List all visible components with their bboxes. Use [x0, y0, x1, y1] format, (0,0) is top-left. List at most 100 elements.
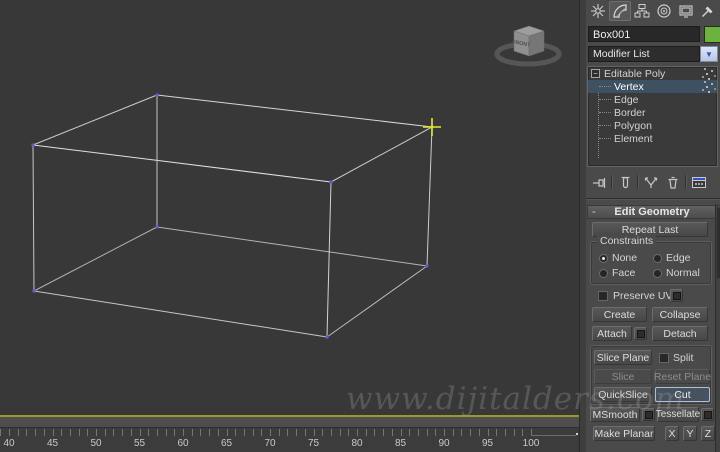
panel-scrollbar[interactable] [715, 204, 720, 452]
remove-modifier-button[interactable] [662, 173, 684, 191]
tree-dash [599, 112, 611, 113]
frame-tick [235, 429, 237, 436]
constraints-group: Constraints None Edge Face Normal [590, 235, 712, 285]
frame-tick [531, 429, 532, 436]
frame-tick [348, 429, 350, 436]
constraint-normal-label[interactable]: Normal [666, 267, 700, 279]
frame-number-label: 100 [522, 438, 540, 449]
object-name-field[interactable]: Box001 [588, 26, 700, 42]
frame-tick [43, 429, 45, 436]
show-end-result-button[interactable] [614, 173, 636, 191]
configure-modifier-sets-button[interactable] [688, 173, 710, 191]
viewport[interactable]: FRONT [0, 0, 579, 417]
slice-plane-button[interactable]: Slice Plane [594, 350, 652, 365]
split-label[interactable]: Split [673, 352, 693, 364]
trackbar-ruler[interactable]: 40 45 50 55 60 65 70 75 80 85 90 95 100 [0, 428, 579, 452]
tessellate-settings-button[interactable] [701, 408, 714, 421]
frame-tick [478, 429, 480, 436]
frame-tick [330, 429, 332, 436]
create-button[interactable]: Create [592, 307, 647, 322]
constraint-none-radio[interactable] [599, 254, 608, 263]
toolbar-divider [637, 175, 639, 189]
slice-button[interactable]: Slice [594, 369, 652, 384]
tab-hierarchy[interactable] [631, 1, 653, 21]
rollout-title: Edit Geometry [614, 206, 690, 218]
tessellate-button[interactable]: Tessellate [656, 407, 700, 422]
quickslice-button[interactable]: QuickSlice [594, 387, 652, 402]
stack-row-label: Border [614, 106, 646, 119]
preserve-uvs-label[interactable]: Preserve UVs [613, 290, 678, 302]
stack-toolbar [588, 172, 718, 192]
frame-tick [17, 429, 19, 436]
constraint-edge-label[interactable]: Edge [666, 252, 691, 264]
stack-row-border[interactable]: Border [588, 106, 717, 119]
tab-create[interactable] [587, 1, 609, 21]
tree-dash [599, 99, 611, 100]
cut-button[interactable]: Cut [655, 387, 710, 402]
preserve-uvs-settings-button[interactable] [670, 289, 683, 302]
make-planar-button[interactable]: Make Planar [593, 426, 655, 441]
frame-tick [139, 429, 141, 436]
tab-display[interactable] [675, 1, 697, 21]
rollout-collapse-icon[interactable]: - [592, 206, 596, 218]
constraint-edge-radio[interactable] [653, 254, 662, 263]
frame-number-label: 40 [3, 438, 15, 449]
sparkle-icon [706, 86, 708, 88]
collapse-button[interactable]: Collapse [652, 307, 708, 322]
motion-icon [657, 4, 671, 18]
frame-tick [461, 429, 463, 436]
frame-tick [261, 429, 263, 436]
attach-button[interactable]: Attach [592, 326, 632, 341]
frame-tick [417, 429, 419, 436]
frame-tick [252, 429, 254, 436]
time-slider[interactable] [0, 417, 579, 428]
frame-tick [217, 429, 219, 436]
split-checkbox[interactable] [659, 353, 669, 363]
toolbar-divider [685, 175, 687, 189]
collapse-minus-icon[interactable]: − [591, 69, 600, 78]
constraint-normal-radio[interactable] [653, 269, 662, 278]
modifier-list-arrow-button[interactable]: ▼ [700, 46, 718, 62]
stack-row-vertex[interactable]: Vertex [588, 80, 717, 93]
reset-plane-button[interactable]: Reset Plane [654, 369, 711, 384]
stack-row-editable-poly[interactable]: − Editable Poly [588, 67, 717, 80]
tab-utilities[interactable] [697, 1, 719, 21]
constraint-face-radio[interactable] [599, 269, 608, 278]
stack-row-polygon[interactable]: Polygon [588, 119, 717, 132]
frame-tick [69, 429, 71, 436]
frame-number-label: 50 [90, 438, 102, 449]
make-planar-y-button[interactable]: Y [683, 426, 697, 441]
frame-tick [26, 429, 28, 436]
frame-tick [296, 429, 298, 436]
frame-tick [304, 429, 306, 436]
msmooth-button[interactable]: MSmooth [590, 407, 640, 422]
frame-number-label: 95 [481, 438, 494, 449]
pin-stack-button[interactable] [588, 173, 610, 191]
frame-number-label: 70 [264, 438, 276, 449]
frame-number-label: 85 [394, 438, 407, 449]
tree-dash [599, 125, 611, 126]
modifier-list-dropdown[interactable]: Modifier List [588, 46, 700, 62]
frame-tick [243, 429, 245, 436]
modify-icon [613, 4, 627, 18]
frame-tick [313, 429, 315, 436]
make-unique-button[interactable] [640, 173, 662, 191]
frame-tick [278, 429, 280, 436]
frame-tick [504, 429, 506, 436]
object-color-swatch[interactable] [704, 26, 720, 43]
stack-row-element[interactable]: Element [588, 132, 717, 145]
make-planar-x-button[interactable]: X [665, 426, 679, 441]
msmooth-settings-button[interactable] [642, 408, 655, 421]
tab-modify[interactable] [609, 1, 631, 21]
detach-button[interactable]: Detach [652, 326, 708, 341]
preserve-uvs-checkbox[interactable] [598, 291, 608, 301]
constraint-face-label[interactable]: Face [612, 267, 635, 279]
rollout-edit-geometry-header[interactable]: - Edit Geometry [587, 205, 717, 219]
make-planar-z-button[interactable]: Z [701, 426, 715, 441]
stack-row-edge[interactable]: Edge [588, 93, 717, 106]
attach-settings-button[interactable] [634, 327, 647, 340]
viewcube[interactable]: FRONT [486, 13, 570, 71]
tab-motion[interactable] [653, 1, 675, 21]
command-panel-tabs [587, 1, 719, 22]
constraint-none-label[interactable]: None [612, 252, 637, 264]
